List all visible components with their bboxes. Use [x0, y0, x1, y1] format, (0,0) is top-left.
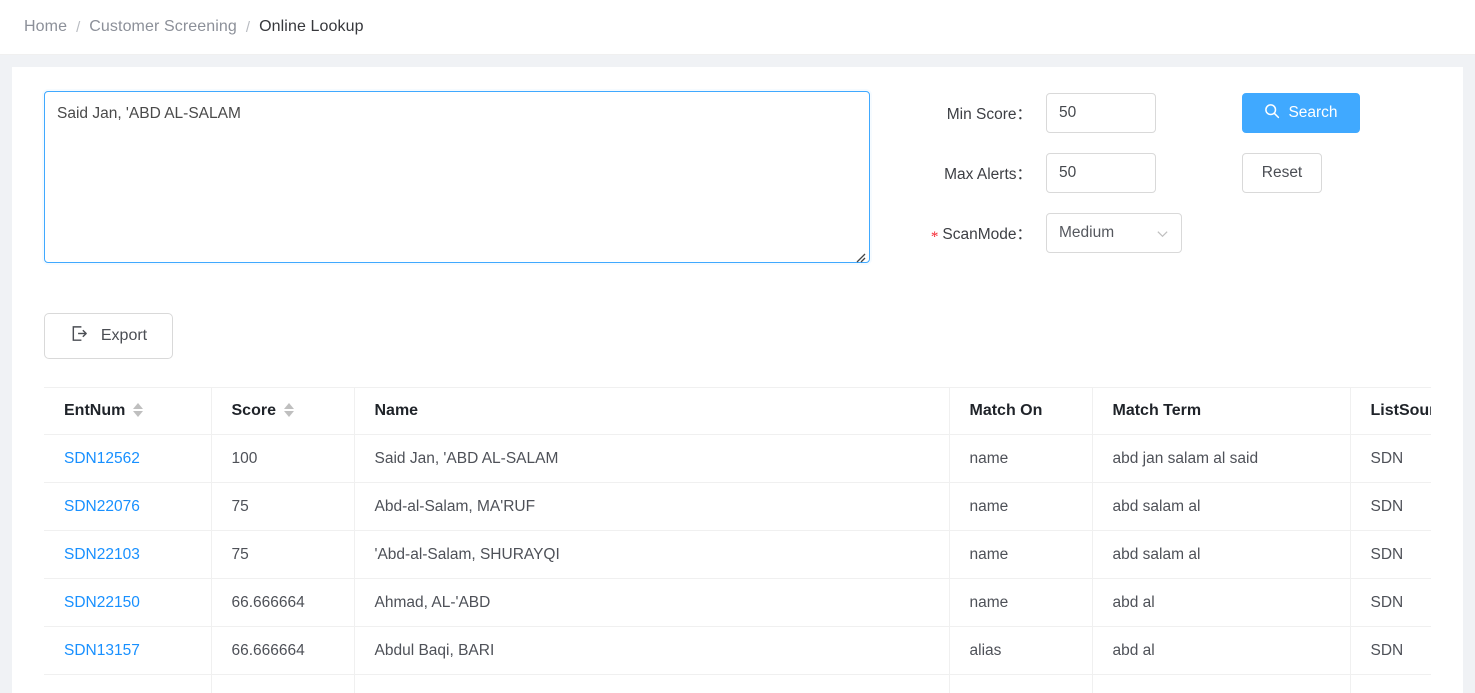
cell-list-source [1350, 674, 1431, 693]
max-alerts-label: Max Alerts： [944, 166, 1032, 183]
cell-match-on: name [949, 578, 1093, 627]
search-query-input[interactable] [44, 91, 870, 263]
results-table-wrapper: EntNum Score Name Match On Match Term Li… [44, 387, 1431, 693]
results-table: EntNum Score Name Match On Match Term Li… [44, 388, 1431, 693]
breadcrumb-item-online-lookup: Online Lookup [259, 18, 364, 35]
min-score-input[interactable] [1046, 93, 1156, 133]
cell-name: Said Jan, 'ABD AL-SALAM [354, 434, 950, 483]
cell-match-on: name [949, 530, 1093, 579]
table-row[interactable]: SDN22076 75 Abd-al-Salam, MA'RUF name ab… [44, 482, 1431, 531]
query-textarea-wrapper [44, 91, 870, 268]
cell-match-term: abd jan salam al said [1092, 434, 1351, 483]
export-button[interactable]: Export [44, 313, 173, 359]
entnum-link[interactable]: SDN12562 [64, 450, 140, 467]
content-card: Min Score： Max Alerts： *ScanMode： Medium [12, 67, 1463, 693]
export-button-label: Export [100, 327, 148, 344]
table-row[interactable]: SDN22150 66.666664 Ahmad, AL-'ABD name a… [44, 578, 1431, 627]
table-row[interactable] [44, 674, 1431, 693]
column-header-match-on: Match On [949, 388, 1093, 435]
scan-mode-label: * ScanMode： [920, 222, 1032, 245]
cell-list-source: SDN [1350, 578, 1431, 627]
cell-entnum: SDN22150 [44, 578, 212, 627]
table-row[interactable]: SDN22103 75 'Abd-al-Salam, SHURAYQI name… [44, 530, 1431, 579]
field-max-alerts: Max Alerts： [920, 153, 1182, 193]
reset-button[interactable]: Reset [1242, 153, 1322, 193]
cell-entnum: SDN22076 [44, 482, 212, 531]
results-table-body: SDN12562 100 Said Jan, 'ABD AL-SALAM nam… [44, 434, 1431, 693]
column-header-name: Name [354, 388, 950, 435]
export-icon [70, 324, 89, 348]
cell-list-source: SDN [1350, 626, 1431, 675]
column-header-match-term: Match Term [1092, 388, 1351, 435]
cell-match-term: abd al [1092, 626, 1351, 675]
scan-mode-selected-value: Medium [1059, 224, 1115, 241]
breadcrumb-separator: / [245, 18, 251, 36]
cell-match-on: alias [949, 626, 1093, 675]
cell-entnum [44, 674, 212, 693]
cell-entnum: SDN22103 [44, 530, 212, 579]
cell-match-on: name [949, 482, 1093, 531]
entnum-link[interactable]: SDN13157 [64, 642, 140, 659]
chevron-down-icon [1156, 227, 1169, 240]
cell-match-term: abd salam al [1092, 482, 1351, 531]
breadcrumb-item-home[interactable]: Home [24, 18, 67, 36]
cell-entnum: SDN12562 [44, 434, 212, 483]
search-button-label: Search [1288, 104, 1338, 121]
search-icon [1264, 103, 1280, 124]
column-header-entnum[interactable]: EntNum [44, 388, 212, 435]
cell-name: 'Abd-al-Salam, SHURAYQI [354, 530, 950, 579]
breadcrumb-item-customer-screening[interactable]: Customer Screening [89, 18, 237, 36]
sort-icon-entnum[interactable] [133, 402, 144, 417]
cell-name: Abd-al-Salam, MA'RUF [354, 482, 950, 531]
column-header-score[interactable]: Score [211, 388, 355, 435]
table-toolbar: Export [44, 313, 1431, 359]
cell-list-source: SDN [1350, 482, 1431, 531]
table-row[interactable]: SDN13157 66.666664 Abdul Baqi, BARI alia… [44, 626, 1431, 675]
cell-match-term [1092, 674, 1351, 693]
cell-name: Ahmad, AL-'ABD [354, 578, 950, 627]
table-row[interactable]: SDN12562 100 Said Jan, 'ABD AL-SALAM nam… [44, 434, 1431, 483]
cell-match-term: abd al [1092, 578, 1351, 627]
cell-score: 66.666664 [211, 578, 355, 627]
entnum-link[interactable]: SDN22150 [64, 594, 140, 611]
column-header-entnum-label: EntNum [64, 402, 126, 419]
cell-entnum: SDN13157 [44, 626, 212, 675]
cell-match-term: abd salam al [1092, 530, 1351, 579]
max-alerts-input[interactable] [1046, 153, 1156, 193]
field-scan-mode: * ScanMode： Medium [920, 213, 1182, 253]
cell-score [211, 674, 355, 693]
cell-list-source: SDN [1350, 434, 1431, 483]
sort-icon-score[interactable] [283, 402, 294, 417]
cell-name: Abdul Baqi, BARI [354, 626, 950, 675]
min-score-label: Min Score： [946, 106, 1032, 123]
scan-mode-label-text: ScanMode： [942, 226, 1032, 243]
cell-score: 66.666664 [211, 626, 355, 675]
cell-name [354, 674, 950, 693]
cell-score: 100 [211, 434, 355, 483]
column-header-score-label: Score [231, 402, 276, 419]
search-form: Min Score： Max Alerts： *ScanMode： Medium [44, 91, 1431, 273]
entnum-link[interactable]: SDN22103 [64, 546, 140, 563]
scan-mode-select[interactable]: Medium [1046, 213, 1182, 253]
breadcrumb-separator: / [76, 18, 81, 36]
cell-score: 75 [211, 530, 355, 579]
results-table-header: EntNum Score Name Match On Match Term Li… [44, 388, 1431, 435]
cell-list-source: SDN [1350, 530, 1431, 579]
form-actions: Search Reset [1242, 91, 1360, 193]
cell-score: 75 [211, 482, 355, 531]
form-fields: Min Score： Max Alerts： *ScanMode： Medium [920, 91, 1182, 273]
table-header-row: EntNum Score Name Match On Match Term Li… [44, 388, 1431, 435]
entnum-link[interactable]: SDN22076 [64, 498, 140, 515]
required-asterisk: * [930, 229, 939, 245]
page-background: Min Score： Max Alerts： *ScanMode： Medium [0, 55, 1475, 693]
column-header-list-source: ListSource [1350, 388, 1431, 435]
breadcrumb: Home / Customer Screening / Online Looku… [0, 0, 1475, 55]
search-button[interactable]: Search [1242, 93, 1360, 133]
cell-match-on [949, 674, 1093, 693]
cell-match-on: name [949, 434, 1093, 483]
field-min-score: Min Score： [920, 93, 1182, 133]
